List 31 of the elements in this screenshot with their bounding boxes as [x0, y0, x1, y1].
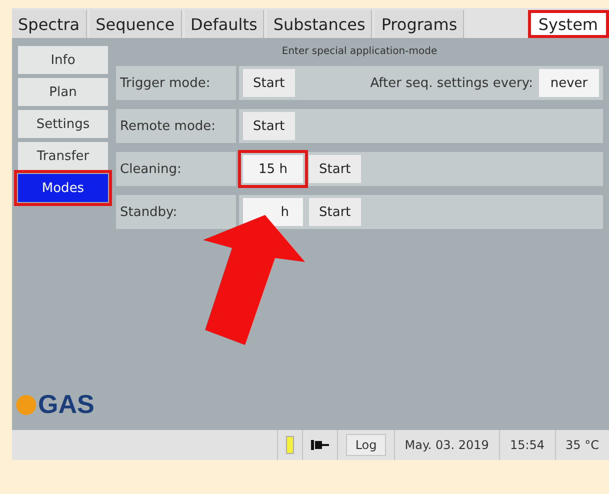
- tab[interactable]: Programs: [375, 10, 464, 38]
- log-button[interactable]: Log: [346, 434, 386, 456]
- status-time: 15:54: [498, 430, 555, 460]
- sidebar-item[interactable]: Info: [18, 46, 108, 74]
- sidebar-item[interactable]: Modes: [18, 174, 108, 202]
- tab[interactable]: Sequence: [90, 10, 182, 38]
- tab[interactable]: Substances: [267, 10, 372, 38]
- logo-icon: [16, 394, 36, 414]
- status-date: May. 03. 2019: [394, 430, 499, 460]
- start-button[interactable]: Start: [309, 198, 361, 226]
- status-indicator: [286, 436, 294, 454]
- status-temperature: 35 °C: [554, 430, 609, 460]
- setting-label: After seq. settings every:: [370, 76, 533, 90]
- panel-title: Enter special application-mode: [282, 46, 438, 57]
- tab[interactable]: Defaults: [184, 10, 264, 38]
- value-field[interactable]: never: [539, 69, 599, 97]
- row-label: Trigger mode:: [116, 66, 236, 100]
- start-button[interactable]: Start: [309, 155, 361, 183]
- row-label: Cleaning:: [116, 152, 236, 186]
- plug-icon: [311, 439, 330, 451]
- sidebar-item[interactable]: Plan: [18, 78, 108, 106]
- sidebar-item[interactable]: Settings: [18, 110, 108, 138]
- value-field[interactable]: 15 h: [243, 155, 303, 183]
- logo: GAS: [38, 389, 94, 420]
- start-button[interactable]: Start: [243, 69, 295, 97]
- row-label: Remote mode:: [116, 109, 236, 143]
- row-label: Standby:: [116, 195, 236, 229]
- sidebar-item[interactable]: Transfer: [18, 142, 108, 170]
- tab[interactable]: System: [528, 10, 609, 38]
- tab[interactable]: Spectra: [12, 10, 87, 38]
- start-button[interactable]: Start: [243, 112, 295, 140]
